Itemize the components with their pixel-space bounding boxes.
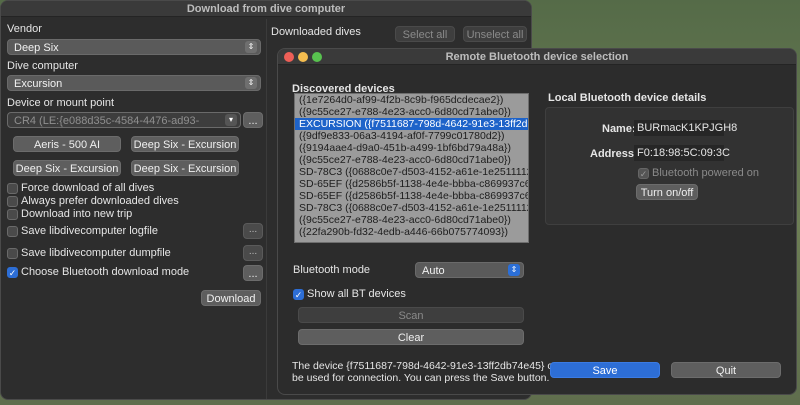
scan-button[interactable]: Scan — [298, 307, 524, 323]
address-field: F0:18:98:5C:09:3C — [634, 145, 730, 161]
device-row[interactable]: ({9c55ce27-e788-4e23-acc0-6d80cd71abe0}) — [295, 154, 528, 166]
dumpfile-browse-button[interactable]: ... — [243, 245, 263, 261]
bluetooth-mode-checkbox[interactable]: ✓ — [7, 267, 18, 278]
vendor-select[interactable]: Deep Six ⇕ — [7, 39, 261, 55]
favorite-button-4[interactable]: Deep Six - Excursion — [131, 160, 239, 176]
local-details-panel: Name: BURmacK1KPJGH8 Address: F0:18:98:5… — [545, 107, 794, 225]
status-text-line1: The device {f7511687-798d-4642-91e3-13ff… — [292, 360, 565, 372]
download-window-title: Download from dive computer — [1, 1, 531, 17]
favorite-button-2[interactable]: Deep Six - Excursion — [131, 136, 239, 152]
save-button[interactable]: Save — [550, 362, 660, 378]
device-row[interactable]: ({9c55ce27-e788-4e23-acc0-6d80cd71abe0}) — [295, 214, 528, 226]
new-trip-checkbox[interactable] — [7, 209, 18, 220]
device-row[interactable]: SD-65EF ({d2586b5f-1138-4e4e-bbba-c86993… — [295, 178, 528, 190]
address-label: Address: — [590, 148, 638, 160]
status-text-line2: be used for connection. You can press th… — [292, 372, 550, 384]
vendor-value: Deep Six — [14, 42, 59, 54]
quit-button[interactable]: Quit — [671, 362, 781, 378]
bluetooth-mode-label: Choose Bluetooth download mode — [21, 266, 190, 278]
unselect-all-button[interactable]: Unselect all — [463, 26, 527, 42]
device-row[interactable]: SD-65EF ({d2586b5f-1138-4e4e-bbba-c86993… — [295, 190, 528, 202]
prefer-downloaded-checkbox[interactable] — [7, 196, 18, 207]
force-download-label: Force download of all dives — [21, 182, 155, 194]
bluetooth-powered-checkbox: ✓ — [638, 168, 649, 179]
chevron-updown-icon: ⇕ — [245, 41, 257, 53]
force-download-checkbox[interactable] — [7, 183, 18, 194]
logfile-browse-button[interactable]: ... — [243, 223, 263, 239]
device-row-selected[interactable]: EXCURSION ({f7511687-798d-4642-91e3-13ff… — [295, 118, 528, 130]
turn-on-off-button[interactable]: Turn on/off — [636, 184, 698, 200]
local-details-label: Local Bluetooth device details — [548, 92, 707, 104]
chevron-updown-icon: ⇕ — [508, 264, 520, 276]
dive-computer-label: Dive computer — [7, 60, 78, 72]
bluetooth-dialog-title: Remote Bluetooth device selection — [278, 49, 796, 65]
show-all-bt-label: Show all BT devices — [307, 288, 406, 300]
device-row[interactable]: ({1e7264d0-af99-4f2b-8c9b-f965dcdecae2}) — [295, 94, 528, 106]
device-row[interactable]: ({9c55ce27-e788-4e23-acc0-6d80cd71abe0}) — [295, 106, 528, 118]
separator — [266, 19, 267, 399]
device-row[interactable]: ({22fa290b-fd32-4edb-a446-66b075774093}) — [295, 226, 528, 238]
dive-computer-value: Excursion — [14, 78, 63, 90]
vendor-label: Vendor — [7, 23, 42, 35]
close-icon[interactable] — [284, 52, 294, 62]
bluetooth-dialog: Remote Bluetooth device selection Discov… — [277, 48, 797, 395]
bluetooth-mode-select[interactable]: Auto ⇕ — [415, 262, 524, 278]
favorite-button-1[interactable]: Aeris - 500 AI — [13, 136, 121, 152]
minimize-icon[interactable] — [298, 52, 308, 62]
device-combo[interactable]: CR4 (LE:{e088d35c-4584-4476-ad93-2f2379e… — [7, 112, 241, 128]
downloaded-dives-label: Downloaded dives — [271, 26, 361, 38]
bluetooth-powered-label: Bluetooth powered on — [652, 167, 760, 179]
device-list[interactable]: ({1e7264d0-af99-4f2b-8c9b-f965dcdecae2})… — [294, 93, 529, 243]
save-logfile-label: Save libdivecomputer logfile — [21, 225, 158, 237]
prefer-downloaded-label: Always prefer downloaded dives — [21, 195, 179, 207]
device-value: CR4 (LE:{e088d35c-4584-4476-ad93-2f2379e… — [14, 115, 200, 127]
device-browse-button[interactable]: ... — [243, 112, 263, 128]
device-label: Device or mount point — [7, 97, 114, 109]
zoom-icon[interactable] — [312, 52, 322, 62]
download-button[interactable]: Download — [201, 290, 261, 306]
save-dumpfile-label: Save libdivecomputer dumpfile — [21, 247, 171, 259]
device-row[interactable]: SD-78C3 ({0688c0e7-d503-4152-a61e-1e2511… — [295, 166, 528, 178]
favorite-button-3[interactable]: Deep Six - Excursion — [13, 160, 121, 176]
select-all-button[interactable]: Select all — [395, 26, 455, 42]
bluetooth-browse-button[interactable]: ... — [243, 265, 263, 281]
bluetooth-mode-value: Auto — [422, 265, 445, 277]
clear-button[interactable]: Clear — [298, 329, 524, 345]
device-row[interactable]: SD-78C3 ({0688c0e7-d503-4152-a61e-1e2511… — [295, 202, 528, 214]
save-dumpfile-checkbox[interactable] — [7, 248, 18, 259]
save-logfile-checkbox[interactable] — [7, 226, 18, 237]
show-all-bt-checkbox[interactable]: ✓ — [293, 289, 304, 300]
new-trip-label: Download into new trip — [21, 208, 133, 220]
name-label: Name: — [602, 123, 636, 135]
chevron-down-icon: ▾ — [225, 114, 237, 126]
bluetooth-mode-label: Bluetooth mode — [293, 264, 371, 276]
dive-computer-select[interactable]: Excursion ⇕ — [7, 75, 261, 91]
chevron-updown-icon: ⇕ — [245, 77, 257, 89]
device-row[interactable]: ({9194aae4-d9a0-451b-a499-1bf6bd79a48a}) — [295, 142, 528, 154]
name-field: BURmacK1KPJGH8 — [634, 120, 737, 136]
device-row[interactable]: ({9df9e833-06a3-4194-af0f-7799c01780d2}) — [295, 130, 528, 142]
